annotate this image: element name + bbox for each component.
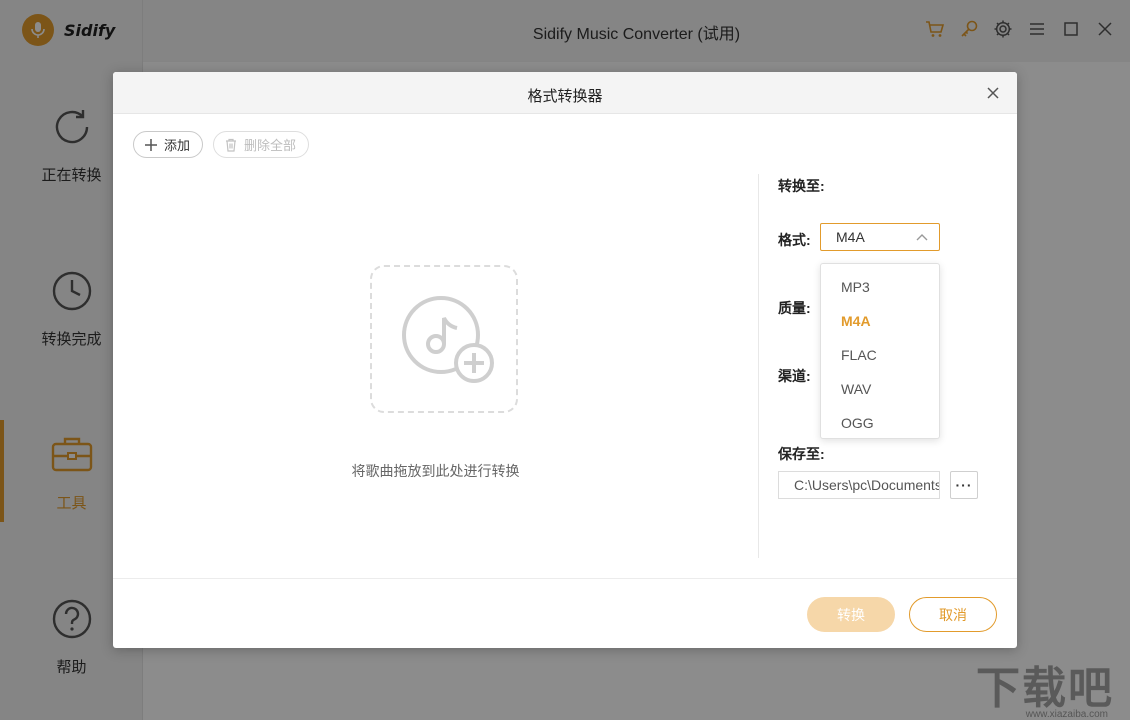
format-label: 格式:	[778, 232, 811, 248]
format-converter-dialog: 格式转换器 添加 删除全部 将歌曲拖放到此处进行转换 转换至: 格式: M4A …	[113, 72, 1017, 648]
format-option-m4a[interactable]: M4A	[821, 304, 939, 338]
convert-to-label: 转换至:	[778, 178, 825, 194]
dialog-title: 格式转换器	[527, 88, 603, 105]
convert-button[interactable]: 转换	[807, 597, 895, 632]
format-option-flac[interactable]: FLAC	[821, 338, 939, 372]
dialog-header: 格式转换器	[113, 72, 1017, 114]
plus-icon	[145, 138, 157, 151]
music-add-icon	[402, 296, 494, 383]
format-dropdown: MP3 M4A FLAC WAV OGG	[820, 263, 940, 439]
watermark-url: www.xiazaiba.com	[1025, 709, 1108, 720]
trash-icon	[226, 138, 236, 152]
footer-divider	[113, 578, 1017, 579]
add-button-label: 添加	[164, 138, 191, 153]
panel-divider	[758, 174, 759, 558]
format-select-value: M4A	[836, 229, 865, 245]
chevron-up-icon	[916, 234, 928, 241]
song-drop-zone[interactable]	[370, 265, 518, 413]
cancel-button[interactable]: 取消	[909, 597, 997, 632]
delete-all-button-label: 删除全部	[244, 138, 297, 153]
save-path-input[interactable]: C:\Users\pc\Documents	[778, 471, 940, 499]
format-select[interactable]: M4A	[820, 223, 940, 251]
format-option-ogg[interactable]: OGG	[821, 406, 939, 440]
quality-label: 质量:	[778, 300, 811, 316]
delete-all-button[interactable]: 删除全部	[213, 131, 310, 158]
drop-hint: 将歌曲拖放到此处进行转换	[351, 463, 520, 479]
close-icon[interactable]	[985, 85, 1001, 101]
format-option-mp3[interactable]: MP3	[821, 270, 939, 304]
add-button[interactable]: 添加	[133, 131, 204, 158]
format-option-wav[interactable]: WAV	[821, 372, 939, 406]
watermark-logo: 下载吧	[976, 663, 1114, 714]
channel-label: 渠道:	[778, 368, 811, 384]
browse-button[interactable]: ···	[950, 471, 978, 499]
save-to-label: 保存至:	[778, 446, 825, 462]
